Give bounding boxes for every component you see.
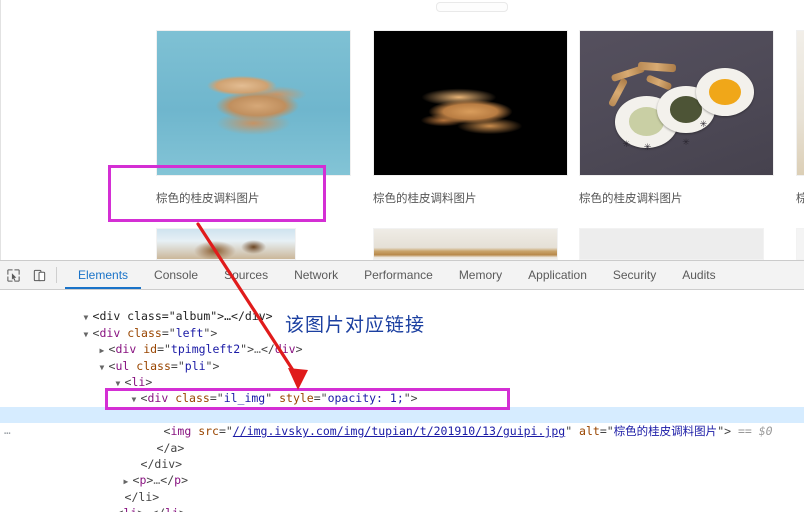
thumbnail-cinnamon-sticks-blue[interactable] [156, 30, 351, 176]
tab-performance[interactable]: Performance [351, 261, 446, 289]
page-top-element [436, 2, 508, 12]
tab-sources[interactable]: Sources [211, 261, 281, 289]
dom-node-li-collapsed[interactable]: ▶<li>…</li> [0, 489, 804, 512]
thumbnail-market-partial[interactable] [156, 228, 296, 260]
tab-application[interactable]: Application [515, 261, 600, 289]
device-toolbar-icon[interactable] [26, 262, 52, 288]
tab-console[interactable]: Console [141, 261, 211, 289]
thumbnail-caption: 棕色的桂皮调料图片 [373, 191, 477, 205]
dom-node-album[interactable]: ▼ <div class="album">…</div> [0, 292, 804, 323]
thumbnail-cinnamon-sticks-black[interactable] [373, 30, 568, 176]
thumbnail-spice-bowls-grey[interactable]: ✳ ✳ ✳ ✳ [579, 30, 774, 176]
dom-node-anchor-close[interactable]: ▼</a> [0, 423, 804, 455]
image-result-card[interactable]: 棕色 [796, 30, 804, 206]
tab-audits[interactable]: Audits [669, 261, 728, 289]
dom-node-anchor[interactable]: ▼<a href="/tupian/guipi_v5864/pic_923374… [0, 390, 804, 422]
image-result-card[interactable]: 棕色的桂皮调料图片 [373, 30, 568, 206]
thumbnail-plank-partial[interactable] [373, 228, 558, 260]
tab-network[interactable]: Network [281, 261, 351, 289]
dom-node-img-selected[interactable]: … <img src="//img.ivsky.com/img/tupian/t/… [0, 406, 804, 438]
thumbnail-caption: 棕色的桂皮调料图片 [156, 191, 260, 205]
devtools-tabs: Elements Console Sources Network Perform… [65, 261, 729, 289]
tab-memory[interactable]: Memory [446, 261, 515, 289]
devtools-toolbar: Elements Console Sources Network Perform… [0, 261, 804, 290]
dom-node-ul-pli[interactable]: ▼ <ul class="pli"> [0, 341, 804, 373]
dom-node-li-close[interactable]: ▼</li> [0, 472, 804, 504]
image-result-card[interactable]: 棕色的桂皮调料图片 [156, 30, 351, 206]
dom-node-li-collapsed[interactable]: ▶<li>…</li> [0, 505, 804, 512]
dom-node-p[interactable]: ▶ <p>…</p> [0, 456, 804, 487]
dom-node-li[interactable]: ▼ <li> [0, 358, 804, 389]
toolbar-divider [56, 267, 57, 283]
thumbnail-caption: 棕色的桂皮调料图片 [579, 191, 683, 205]
inspect-element-icon[interactable] [0, 262, 26, 288]
dom-node-div-ilimg[interactable]: ▼ <div class="il_img" style="opacity: 1;"… [0, 374, 804, 405]
devtools-panel: Elements Console Sources Network Perform… [0, 260, 804, 512]
tab-security[interactable]: Security [600, 261, 669, 289]
browser-page-content: 棕色的桂皮调料图片 棕色的桂皮调料图片 ✳ ✳ ✳ ✳ 棕色的桂皮调料图片 [0, 0, 804, 260]
thumbnail-placeholder-partial[interactable] [796, 228, 804, 260]
thumbnail-caption: 棕色 [796, 176, 804, 206]
dom-node-div-close[interactable]: ▼</div> [0, 440, 804, 471]
annotation-label: 该图片对应链接 [285, 314, 426, 336]
tab-elements[interactable]: Elements [65, 261, 141, 289]
thumbnail-placeholder-partial[interactable] [579, 228, 764, 260]
image-result-card[interactable]: ✳ ✳ ✳ ✳ 棕色的桂皮调料图片 [579, 30, 774, 206]
thumbnail-wood-partial[interactable] [796, 30, 804, 176]
